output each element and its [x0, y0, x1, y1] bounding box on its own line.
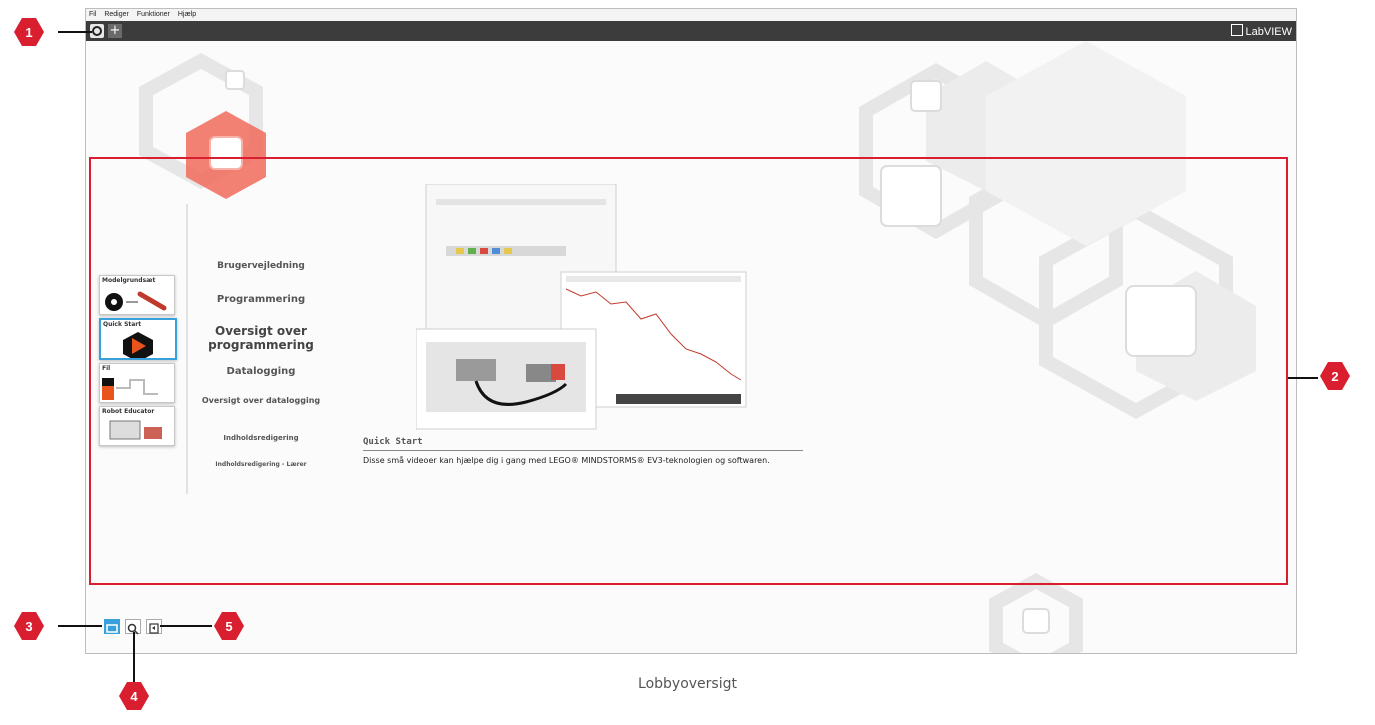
menu-tools[interactable]: Funktioner [137, 11, 170, 18]
hex-square [1022, 608, 1050, 634]
tabbar: + LabVIEW [86, 21, 1296, 41]
menu-help[interactable]: Hjælp [178, 11, 196, 18]
callout-marker-2: 2 [1320, 362, 1350, 390]
svg-text:1: 1 [25, 25, 32, 40]
svg-text:2: 2 [1331, 369, 1338, 384]
menu-file[interactable]: Fil [89, 11, 96, 18]
labview-brand: LabVIEW [1245, 26, 1292, 38]
lobby-icon [106, 624, 118, 633]
svg-text:5: 5 [225, 619, 232, 634]
leader-line [160, 625, 212, 627]
leader-line [58, 31, 92, 33]
exit-icon [149, 623, 159, 634]
callout-marker-5: 5 [214, 612, 244, 640]
leader-line [58, 625, 102, 627]
callout-marker-1: 1 [14, 18, 44, 46]
callout-marker-3: 3 [14, 612, 44, 640]
labview-logo: LabVIEW [1230, 24, 1292, 38]
lobby-button[interactable] [104, 619, 120, 634]
menubar: Fil Rediger Funktioner Hjælp [86, 9, 1296, 21]
leader-line [1288, 377, 1318, 379]
menu-edit[interactable]: Rediger [104, 11, 129, 18]
content-area-highlight [89, 157, 1288, 585]
lobby-icon [92, 26, 102, 36]
svg-text:3: 3 [25, 619, 32, 634]
add-project-button[interactable]: + [108, 24, 122, 38]
hex-square [225, 70, 245, 90]
figure-caption: Lobbyoversigt [638, 676, 737, 692]
lobby-tab[interactable] [90, 24, 104, 38]
hex-square [910, 80, 942, 112]
labview-icon [1230, 24, 1243, 36]
